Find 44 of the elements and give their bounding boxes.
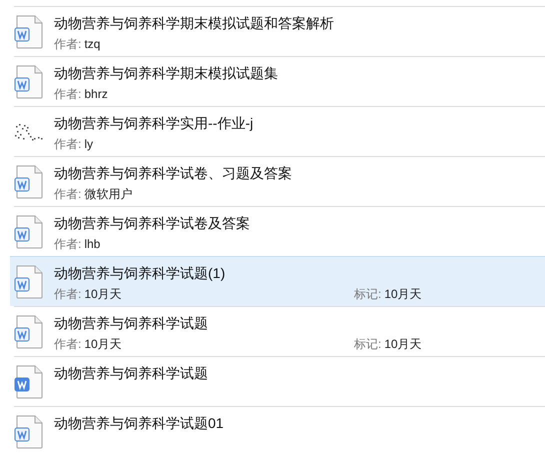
tag-value: 10月天: [384, 336, 422, 353]
word-document-icon: [14, 15, 44, 49]
author-label: 作者:: [54, 136, 82, 153]
file-title: 动物营养与饲养科学试题01: [54, 414, 225, 433]
file-title: 动物营养与饲养科学实用--作业-j: [54, 114, 254, 133]
tag-value: 10月天: [384, 286, 422, 303]
author-label: 作者:: [54, 336, 82, 353]
tag-label: 标记:: [354, 286, 382, 303]
author-label: 作者:: [54, 236, 82, 253]
file-title: 动物营养与饲养科学试卷及答案: [54, 214, 251, 233]
file-list-item[interactable]: 动物营养与饲养科学试题 作者: 10月天 标记: 10月天: [14, 306, 545, 356]
author-label: 作者:: [54, 286, 82, 303]
word-document-icon: [14, 165, 44, 199]
file-list-item[interactable]: 动物营养与饲养科学实用--作业-j 作者: ly: [14, 106, 545, 156]
file-list-item[interactable]: 动物营养与饲养科学试卷、习题及答案 作者: 微软用户: [14, 156, 545, 206]
file-title: 动物营养与饲养科学试题: [54, 364, 209, 383]
file-list-item[interactable]: 动物营养与饲养科学期末模拟试题和答案解析 作者: tzq: [14, 6, 545, 56]
file-title: 动物营养与饲养科学试题: [54, 314, 209, 333]
word-document-icon: [14, 65, 44, 99]
word-document-icon: [14, 265, 44, 299]
file-title: 动物营养与饲养科学期末模拟试题和答案解析: [54, 14, 335, 33]
word-document-icon: [14, 315, 44, 349]
word-document-icon: [14, 365, 44, 399]
file-list-item[interactable]: 动物营养与饲养科学试题: [14, 356, 545, 406]
author-label: 作者:: [54, 36, 82, 53]
author-name: tzq: [84, 36, 100, 53]
broken-image-icon: [14, 122, 44, 142]
author-name: 微软用户: [84, 186, 132, 203]
file-title: 动物营养与饲养科学试卷、习题及答案: [54, 164, 293, 183]
author-name: ly: [84, 136, 94, 153]
file-title: 动物营养与饲养科学期末模拟试题集: [54, 64, 279, 83]
author-name: 10月天: [84, 336, 122, 353]
author-label: 作者:: [54, 186, 82, 203]
author-label: 作者:: [54, 86, 82, 103]
author-name: lhb: [84, 236, 100, 253]
file-title: 动物营养与饲养科学试题(1): [54, 264, 226, 283]
file-list-item[interactable]: 动物营养与饲养科学期末模拟试题集 作者: bhrz: [14, 56, 545, 106]
author-name: bhrz: [84, 86, 108, 103]
file-list-item[interactable]: 动物营养与饲养科学试题01: [14, 406, 545, 456]
word-document-icon: [14, 415, 44, 449]
tag-label: 标记:: [354, 336, 382, 353]
file-list-item[interactable]: 动物营养与饲养科学试题(1) 作者: 10月天 标记: 10月天: [10, 256, 545, 306]
author-name: 10月天: [84, 286, 122, 303]
word-document-icon: [14, 215, 44, 249]
